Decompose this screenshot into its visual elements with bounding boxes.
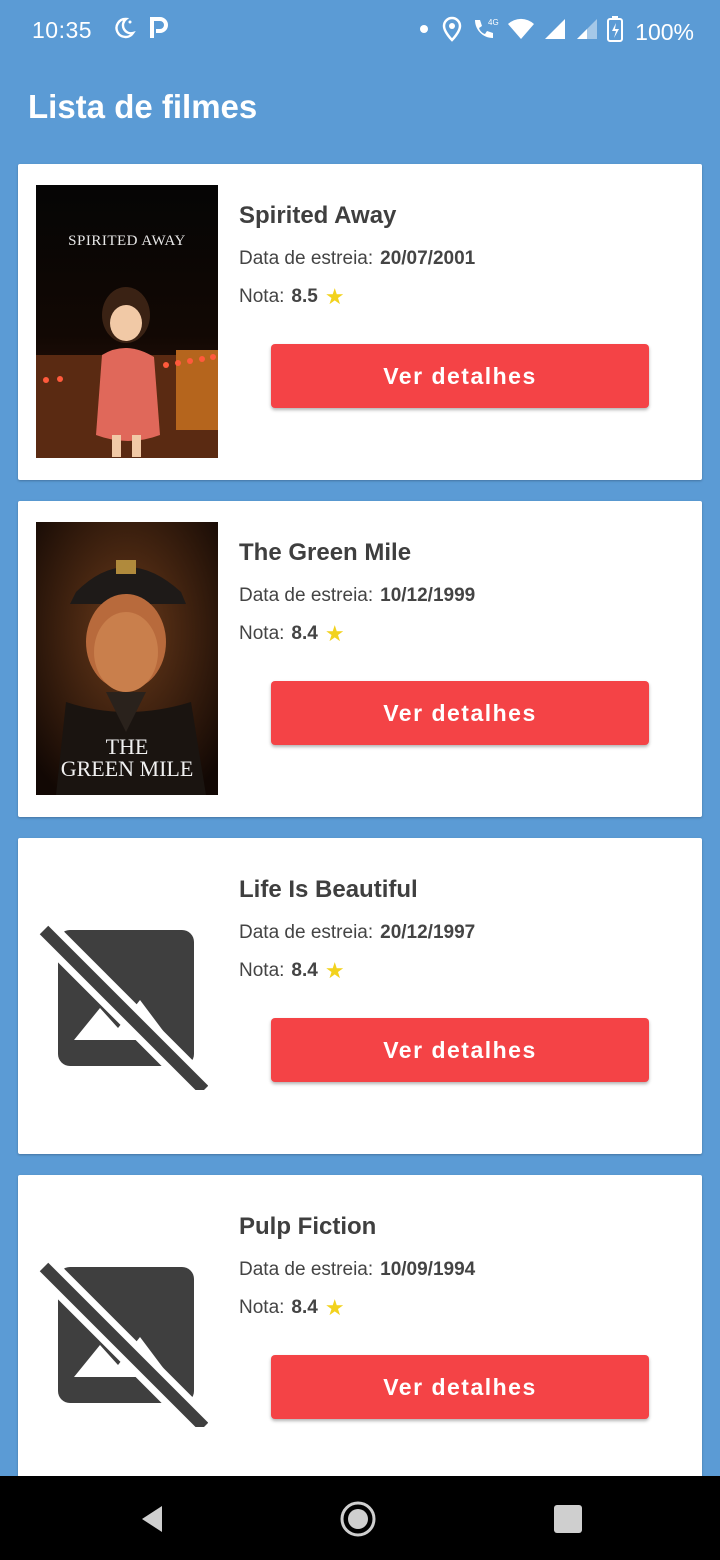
spirited-away-poster: SPIRITED AWAY — [36, 185, 218, 458]
night-mode-icon — [112, 16, 136, 46]
movie-card: THE GREEN MILE The Green Mile Data de es… — [18, 501, 702, 817]
release-date: 10/12/1999 — [380, 585, 476, 606]
rating-label: Nota: — [239, 960, 285, 981]
rating-row: Nota: 8.4 ★ — [239, 623, 679, 645]
details-button[interactable]: Ver detalhes — [271, 344, 649, 408]
page-title: Lista de filmes — [28, 88, 258, 125]
rating-label: Nota: — [239, 623, 285, 644]
recents-icon[interactable] — [551, 1502, 585, 1536]
status-bar: 10:35 4G 100% — [0, 0, 720, 62]
rating-label: Nota: — [239, 1297, 285, 1318]
location-icon — [441, 16, 463, 48]
movie-title: Pulp Fiction — [239, 1213, 377, 1240]
release-date: 20/07/2001 — [380, 248, 476, 269]
rating-value: 8.4 — [291, 960, 318, 981]
release-date: 20/12/1997 — [380, 922, 476, 943]
rating-value: 8.4 — [291, 1297, 318, 1318]
release-date-row: Data de estreia: 20/07/2001 — [239, 248, 679, 270]
wifi-calling-icon: 4G — [471, 16, 499, 48]
rating-row: Nota: 8.4 ★ — [239, 1297, 679, 1319]
details-button[interactable]: Ver detalhes — [271, 1018, 649, 1082]
release-date: 10/09/1994 — [380, 1259, 476, 1280]
poster-title-text: GREEN MILE — [61, 756, 194, 781]
rating-label: Nota: — [239, 286, 285, 307]
status-time: 10:35 — [32, 17, 93, 43]
star-icon: ★ — [324, 284, 345, 309]
movie-card: Life Is Beautiful Data de estreia: 20/12… — [18, 838, 702, 1154]
rating-value: 8.4 — [291, 623, 318, 644]
movie-title: Spirited Away — [239, 202, 397, 229]
movie-title: The Green Mile — [239, 539, 412, 566]
battery-charging-icon — [607, 16, 624, 48]
rating-row: Nota: 8.4 ★ — [239, 960, 679, 982]
movie-title: Life Is Beautiful — [239, 876, 418, 903]
poster-title-text: SPIRITED AWAY — [68, 233, 186, 249]
release-date-row: Data de estreia: 10/09/1994 — [239, 1259, 679, 1281]
battery-percentage: 100% — [635, 18, 694, 45]
movie-list[interactable]: SPIRITED AWAY Spirited Away Data de estr… — [18, 164, 702, 1512]
signal-icon — [543, 17, 567, 47]
parking-app-icon — [148, 16, 170, 46]
rating-value: 8.5 — [291, 286, 318, 307]
movie-card: SPIRITED AWAY Spirited Away Data de estr… — [18, 164, 702, 480]
rating-row: Nota: 8.5 ★ — [239, 286, 679, 308]
details-button[interactable]: Ver detalhes — [271, 681, 649, 745]
image-not-available-icon — [34, 1257, 214, 1437]
release-date-row: Data de estreia: 10/12/1999 — [239, 585, 679, 607]
release-label: Data de estreia: — [239, 1259, 374, 1280]
movie-card: Pulp Fiction Data de estreia: 10/09/1994… — [18, 1175, 702, 1491]
back-icon[interactable] — [136, 1502, 170, 1536]
wifi-icon — [507, 17, 535, 47]
navigation-bar — [0, 1476, 720, 1560]
svg-text:4G: 4G — [488, 18, 499, 27]
release-date-row: Data de estreia: 20/12/1997 — [239, 922, 679, 944]
release-label: Data de estreia: — [239, 248, 374, 269]
star-icon: ★ — [324, 958, 345, 983]
star-icon: ★ — [324, 621, 345, 646]
release-label: Data de estreia: — [239, 922, 374, 943]
home-icon[interactable] — [340, 1501, 376, 1537]
release-label: Data de estreia: — [239, 585, 374, 606]
green-mile-poster: THE GREEN MILE — [36, 522, 218, 795]
star-icon: ★ — [324, 1295, 345, 1320]
image-not-available-icon — [34, 920, 214, 1100]
signal-weak-icon — [575, 17, 599, 47]
dot-icon — [415, 17, 433, 47]
details-button[interactable]: Ver detalhes — [271, 1355, 649, 1419]
